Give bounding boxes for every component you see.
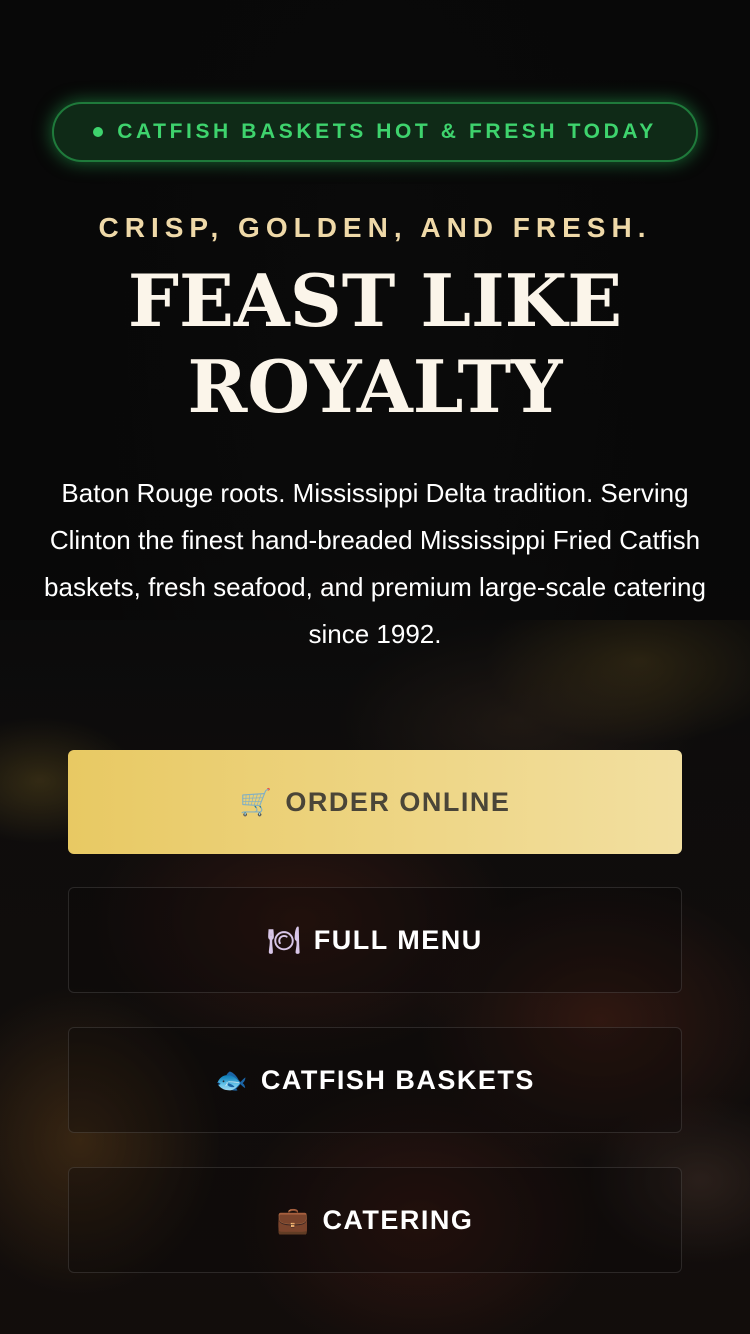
hero-description: Baton Rouge roots. Mississippi Delta tra… xyxy=(44,478,706,649)
full-menu-button[interactable]: 🍽 FULL MENU xyxy=(68,887,682,993)
headline-line-1: FEAST LIKE xyxy=(127,258,623,343)
live-dot-icon xyxy=(93,127,104,137)
catering-label: CATERING xyxy=(322,1204,474,1235)
catfish-baskets-button[interactable]: 🐟 CATFISH BASKETS xyxy=(68,1027,682,1133)
hero-section: CATFISH BASKETS HOT & FRESH TODAY CRISP,… xyxy=(0,0,750,1334)
catering-button[interactable]: 💼 CATERING xyxy=(68,1167,682,1273)
plate-icon: 🍽 xyxy=(267,924,302,955)
status-badge-label: CATFISH BASKETS HOT & FRESH TODAY xyxy=(117,120,657,143)
order-online-button[interactable]: 🛒 ORDER ONLINE xyxy=(68,750,682,854)
headline-line-2: ROYALTY xyxy=(187,344,563,429)
full-menu-label: FULL MENU xyxy=(313,924,483,955)
hero-tagline: CRISP, GOLDEN, AND FRESH. xyxy=(98,212,652,243)
hero-headline: FEAST LIKE ROYALTY xyxy=(0,258,750,430)
status-badge: CATFISH BASKETS HOT & FRESH TODAY xyxy=(52,102,698,162)
fish-icon: 🐟 xyxy=(215,1064,249,1095)
catfish-baskets-label: CATFISH BASKETS xyxy=(260,1064,535,1095)
order-online-label: ORDER ONLINE xyxy=(285,786,511,817)
cart-icon: 🛒 xyxy=(239,786,274,817)
briefcase-icon: 💼 xyxy=(276,1204,311,1235)
